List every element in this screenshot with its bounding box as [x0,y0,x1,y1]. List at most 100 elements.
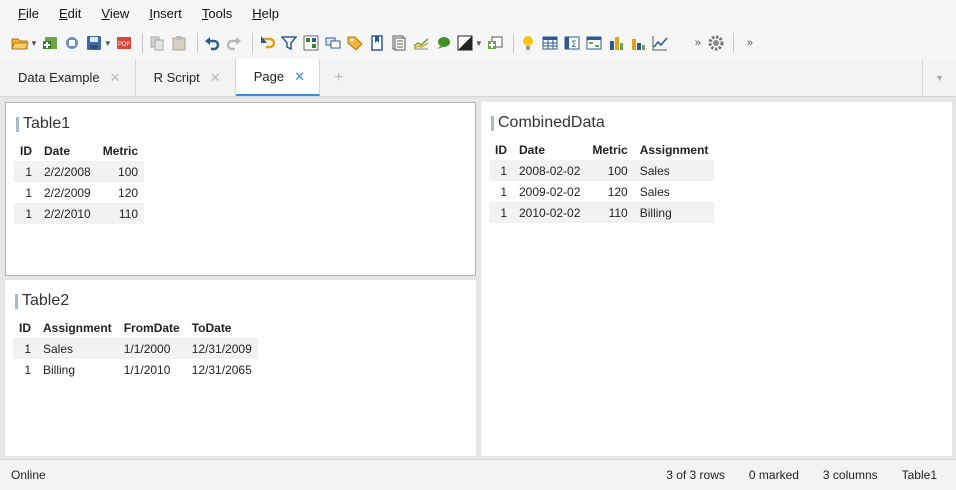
table-cell[interactable]: 12/31/2065 [186,359,258,380]
table-row[interactable]: 1 2008-02-02 100 Sales [489,160,715,181]
table-cell[interactable]: 1 [489,202,513,223]
line-chart-gallery-icon[interactable] [412,34,430,52]
menu-file[interactable]: File [10,6,51,21]
menu-help[interactable]: Help [244,6,291,21]
table-row[interactable]: 1 2/2/2009 120 [14,182,144,203]
table-cell[interactable]: 1 [489,181,513,202]
open-dropdown-icon[interactable]: ▼ [30,39,38,48]
bar-chart-icon[interactable] [607,34,625,52]
settings-gear-icon[interactable] [707,34,725,52]
table-cell[interactable]: Billing [37,359,118,380]
column-header[interactable]: ID [489,140,513,160]
menu-edit[interactable]: Edit [51,6,93,21]
table-cell[interactable]: Billing [633,202,715,223]
menu-view[interactable]: View [93,6,141,21]
table-cell[interactable]: 2010-02-02 [513,202,587,223]
filter-icon[interactable] [280,34,298,52]
table-cell[interactable]: 2009-02-02 [513,181,586,202]
copy-icon[interactable] [148,34,166,52]
comments-icon[interactable] [434,34,452,52]
column-header[interactable]: ID [14,141,38,161]
table-row[interactable]: 1 2009-02-02 120 Sales [489,181,714,202]
column-header[interactable]: ID [13,318,37,338]
undo-icon[interactable] [203,34,221,52]
table-cell[interactable]: 1 [489,160,513,181]
table-cell[interactable]: 110 [586,202,634,223]
tags-icon[interactable] [346,34,364,52]
table1-visualization[interactable]: Table1 ID Date Metric 1 2/2/2008 100 1 2/2/2009… [5,102,476,276]
table-cell[interactable]: 120 [97,182,144,203]
bookmarks-icon[interactable] [368,34,386,52]
active-table-name[interactable]: Table1 [902,468,937,482]
toolbar-overflow-right-icon[interactable]: » [747,37,753,49]
paste-icon[interactable] [170,34,188,52]
column-header[interactable]: Metric [97,141,144,161]
toolbar-overflow-icon[interactable]: » [695,37,701,49]
table-cell[interactable]: 2008-02-02 [513,160,587,181]
details-on-demand-icon[interactable] [324,34,342,52]
table2-grid[interactable]: ID Assignment FromDate ToDate 1 Sales 1/1/2000… [13,318,258,380]
save-dropdown-icon[interactable]: ▼ [104,39,112,48]
combineddata-visualization[interactable]: CombinedData ID Date Metric Assignment 1 2008… [481,102,952,456]
cross-table-icon[interactable]: Σ [563,34,581,52]
menu-insert[interactable]: Insert [141,6,194,21]
lists-icon[interactable] [390,34,408,52]
table-cell[interactable]: 2/2/2010 [38,203,97,224]
table-cell[interactable]: Sales [633,160,715,181]
color-scheme-icon[interactable] [456,34,474,52]
table-cell[interactable]: 1 [14,203,38,224]
save-icon[interactable] [85,34,103,52]
table-cell[interactable]: Sales [37,338,118,359]
column-header[interactable]: Date [38,141,97,161]
column-header[interactable]: Metric [586,140,633,160]
tab-list-dropdown-icon[interactable]: ▼ [922,59,956,96]
table-cell[interactable]: 2/2/2008 [38,161,97,182]
menu-tools[interactable]: Tools [194,6,244,21]
column-header[interactable]: Assignment [37,318,118,338]
table-cell[interactable]: 2/2/2009 [38,182,97,203]
table1-grid[interactable]: ID Date Metric 1 2/2/2008 100 1 2/2/2009 120 1 2/2… [14,141,145,224]
column-header[interactable]: Assignment [634,140,715,160]
table-cell[interactable]: 1/1/2010 [118,359,186,380]
table-cell[interactable]: 100 [96,161,145,182]
table-cell[interactable]: 1 [13,359,37,380]
reset-filters-icon[interactable] [258,34,276,52]
tab-page[interactable]: Page ✕ [235,59,320,96]
table-row[interactable]: 1 2/2/2008 100 [14,161,145,182]
table-visualization-icon[interactable] [541,34,559,52]
table-row[interactable]: 1 2/2/2010 110 [14,203,145,224]
table-row[interactable]: 1 Billing 1/1/2010 12/31/2065 [13,359,258,380]
table2-visualization[interactable]: Table2 ID Assignment FromDate ToDate 1 Sales 1… [5,280,476,456]
insert-connection-icon[interactable] [63,34,81,52]
table-cell[interactable]: 1/1/2000 [117,338,186,359]
close-icon[interactable]: ✕ [210,70,221,86]
table-cell[interactable]: 1 [14,161,38,182]
add-data-table-icon[interactable] [41,34,59,52]
tab-r-script[interactable]: R Script ✕ [136,59,236,96]
redo-icon[interactable] [225,34,243,52]
column-header[interactable]: ToDate [186,318,258,338]
combination-chart-icon[interactable] [629,34,647,52]
new-page-icon[interactable] [486,34,504,52]
add-page-button[interactable]: + [320,59,357,96]
insights-lightbulb-icon[interactable] [519,34,537,52]
open-folder-icon[interactable] [11,34,29,52]
table-row[interactable]: 1 2010-02-02 110 Billing [489,202,715,223]
table-cell[interactable]: Sales [634,181,715,202]
column-header[interactable]: FromDate [118,318,186,338]
close-icon[interactable]: ✕ [294,69,305,85]
table-row[interactable]: 1 Sales 1/1/2000 12/31/2009 [13,338,258,359]
data-panel-icon[interactable] [302,34,320,52]
export-pdf-icon[interactable]: PDF [115,34,133,52]
table-cell[interactable]: 1 [14,182,38,203]
table-cell[interactable]: 12/31/2009 [185,338,258,359]
table-cell[interactable]: 100 [586,160,634,181]
tab-data-example[interactable]: Data Example ✕ [0,59,136,96]
table-cell[interactable]: 110 [96,203,145,224]
table-cell[interactable]: 1 [13,338,37,359]
column-header[interactable]: Date [513,140,586,160]
table-cell[interactable]: 120 [586,181,633,202]
color-scheme-dropdown-icon[interactable]: ▼ [475,39,483,48]
close-icon[interactable]: ✕ [110,70,121,86]
combineddata-grid[interactable]: ID Date Metric Assignment 1 2008-02-02 100 Sale… [489,140,715,223]
